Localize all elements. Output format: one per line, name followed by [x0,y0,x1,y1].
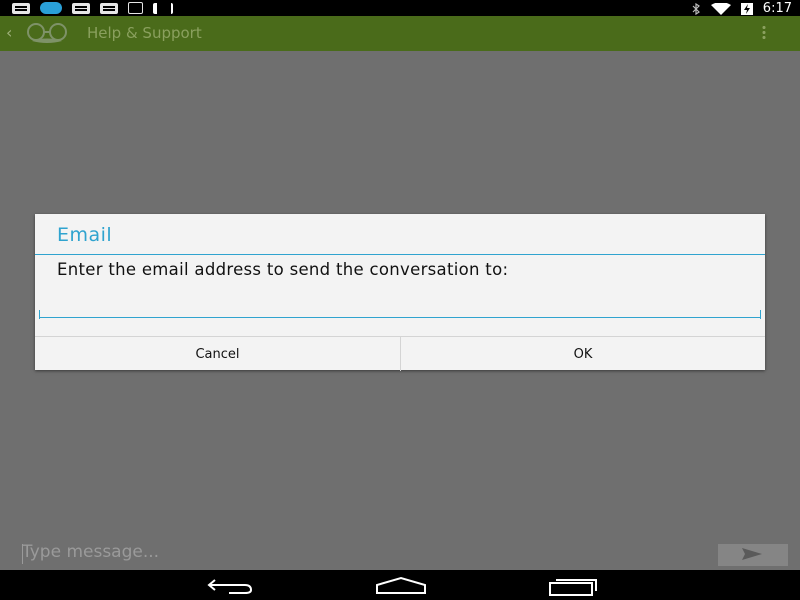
download-icon [128,2,143,14]
barcode-icon [153,2,173,14]
status-bar: 6:17 [0,0,800,16]
email-dialog: Email Enter the email address to send th… [35,214,765,371]
send-icon [742,548,762,560]
email-input[interactable] [39,294,761,318]
compose-bar: Type message... [0,540,800,570]
logo-icon[interactable] [18,22,78,44]
clock: 6:17 [762,1,792,16]
wifi-icon [710,2,731,15]
bluetooth-icon [692,2,700,15]
input-edge-left [39,310,40,319]
send-button[interactable] [718,544,788,566]
battery-charging-icon [740,3,753,15]
system-icons: 6:17 [691,1,792,16]
action-bar: ‹ Help & Support [0,16,800,51]
cancel-button[interactable]: Cancel [35,337,400,371]
home-icon[interactable] [375,575,427,595]
sync-icon [40,2,62,14]
overflow-menu-icon[interactable] [762,25,766,39]
title-divider [35,254,765,255]
notification-icons [12,2,173,14]
recent-apps-icon[interactable] [548,575,598,597]
message-icon [100,2,118,14]
back-icon[interactable] [205,575,253,595]
dialog-title: Email [57,224,113,246]
input-edge-right [760,310,761,319]
message-input[interactable]: Type message... [22,542,159,562]
message-icon [72,2,90,14]
dialog-button-row: Cancel OK [35,336,765,371]
message-icon [12,2,30,14]
page-title: Help & Support [87,24,202,42]
ok-button[interactable]: OK [400,337,765,371]
back-arrow-icon[interactable]: ‹ [6,23,12,42]
dialog-message: Enter the email address to send the conv… [57,260,509,279]
navigation-bar [0,570,800,600]
